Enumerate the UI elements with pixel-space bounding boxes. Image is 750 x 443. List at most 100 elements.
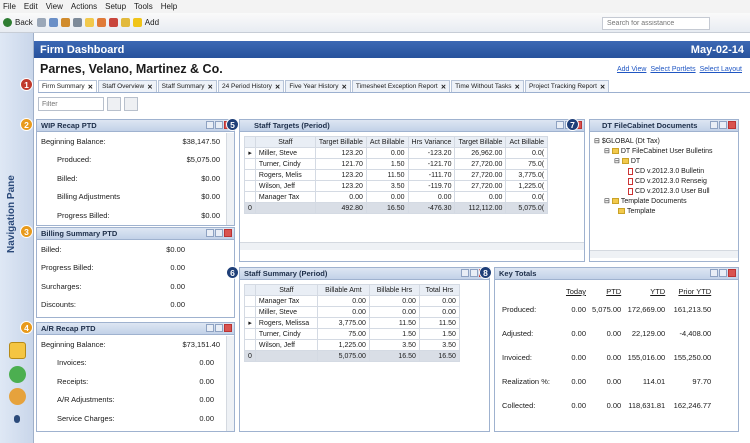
refresh-icon[interactable]	[48, 18, 58, 27]
menu-actions[interactable]: Actions	[71, 2, 97, 11]
tree-node[interactable]: CD v.2012.3.0 Bulletin	[594, 166, 713, 176]
column-header[interactable]: Act Billable	[505, 136, 549, 148]
minimize-icon[interactable]	[710, 121, 718, 129]
maximize-icon[interactable]	[215, 324, 223, 332]
table-row[interactable]: Miller, Steve 0.00 0.00 0.00	[244, 306, 460, 318]
tab-firm-summary[interactable]: Firm Summary ✕	[38, 80, 98, 92]
calendar-icon[interactable]	[108, 18, 118, 27]
tree-node[interactable]: CD v.2012.3.0 User Bull	[594, 186, 713, 196]
table-row[interactable]: Turner, Cindy 75.00 1.50 1.50	[244, 328, 460, 340]
select-portlets-link[interactable]: Select Portlets	[650, 66, 695, 73]
close-icon[interactable]	[224, 229, 232, 237]
menu-tools[interactable]: Tools	[134, 2, 153, 11]
filter-input[interactable]	[38, 97, 104, 111]
table-row[interactable]: Wilson, Jeff 123.20 3.50 -119.70 27,720.00 1,…	[244, 180, 549, 192]
table-row[interactable]: Turner, Cindy 121.70 1.50 -121.70 27,720.00 7…	[244, 158, 549, 170]
tree-node[interactable]: ⊟ DT	[594, 156, 713, 166]
minimize-icon[interactable]	[710, 269, 718, 277]
collapse-icon[interactable]: ⊟	[604, 147, 610, 155]
tree-node[interactable]: ⊟ DT FileCabinet User Bulletins	[594, 146, 713, 156]
filter-dropdown-button[interactable]	[107, 97, 121, 111]
table-row[interactable]: Wilson, Jeff 1,225.00 3.50 3.50	[244, 339, 460, 351]
column-header[interactable]: Billable Amt	[316, 284, 370, 296]
menu-setup[interactable]: Setup	[105, 2, 126, 11]
tree-node[interactable]: ⊟ $GLOBAL (Dt Tax)	[594, 136, 713, 146]
collapse-icon[interactable]: ⊟	[604, 197, 610, 205]
add-button[interactable]: Add	[132, 18, 159, 27]
collapse-icon[interactable]: ⊟	[614, 157, 620, 165]
timer-icon[interactable]	[120, 18, 130, 27]
maximize-icon[interactable]	[215, 229, 223, 237]
close-icon[interactable]: ✕	[441, 83, 446, 91]
tab-staff-overview[interactable]: Staff Overview ✕	[98, 80, 157, 92]
expand-nav-icon[interactable]	[14, 415, 20, 423]
table-row[interactable]: ▸ Miller, Steve 123.20 0.00 -123.20 26,962.00…	[244, 147, 549, 159]
mail-icon[interactable]	[96, 18, 106, 27]
minimize-icon[interactable]	[206, 121, 214, 129]
column-header[interactable]: Billable Hrs	[368, 284, 420, 296]
close-icon[interactable]: ✕	[275, 83, 280, 91]
close-icon[interactable]	[728, 269, 736, 277]
add-view-link[interactable]: Add View	[617, 66, 646, 73]
menu-edit[interactable]: Edit	[24, 2, 38, 11]
tree-node[interactable]: CD v.2012.3.0 Renseig	[594, 176, 713, 186]
tab-timesheet-exception[interactable]: Timesheet Exception Report ✕	[351, 80, 451, 92]
back-button[interactable]: Back	[3, 18, 33, 27]
maximize-icon[interactable]	[215, 121, 223, 129]
print-icon[interactable]	[72, 18, 82, 27]
tree-node[interactable]: ⊟ Template Documents	[594, 196, 713, 206]
vertical-scrollbar[interactable]	[226, 133, 234, 225]
maximize-icon[interactable]	[719, 269, 727, 277]
panel-title: Staff Targets (Period)	[240, 120, 584, 132]
forward-icon[interactable]	[36, 18, 46, 27]
tab-time-without-tasks[interactable]: Time Without Tasks ✕	[451, 80, 524, 92]
close-icon[interactable]: ✕	[147, 83, 152, 91]
minimize-icon[interactable]	[461, 269, 469, 277]
search-input[interactable]	[602, 17, 710, 30]
vertical-scrollbar[interactable]	[226, 336, 234, 431]
home-icon[interactable]	[60, 18, 70, 27]
close-icon[interactable]	[728, 121, 736, 129]
column-header[interactable]: Act Billable	[365, 136, 409, 148]
dashboard-icon[interactable]	[9, 342, 26, 359]
column-header[interactable]: Hrs Variance	[407, 136, 456, 148]
maximize-icon[interactable]	[470, 269, 478, 277]
column-header[interactable]: Total Hrs	[418, 284, 460, 296]
tab-project-tracking[interactable]: Project Tracking Report ✕	[524, 80, 610, 92]
close-icon[interactable]: ✕	[515, 83, 520, 91]
panel-title: Staff Summary (Period)	[240, 268, 489, 280]
minimize-icon[interactable]	[206, 324, 214, 332]
column-header[interactable]: Target Billable	[314, 136, 367, 148]
column-header[interactable]: Staff	[254, 284, 318, 296]
menu-file[interactable]: File	[3, 2, 16, 11]
table-row[interactable]: ▸ Rogers, Melissa 3,775.00 11.50 11.50	[244, 317, 460, 329]
tab-staff-summary[interactable]: Staff Summary ✕	[157, 80, 217, 92]
menu-view[interactable]: View	[46, 2, 63, 11]
tab-24-period-history[interactable]: 24 Period History ✕	[218, 80, 285, 92]
navigation-pane-label[interactable]: Navigation Pane	[6, 175, 17, 253]
menu-help[interactable]: Help	[161, 2, 177, 11]
close-icon[interactable]: ✕	[208, 83, 213, 91]
contact-icon[interactable]	[9, 366, 26, 383]
table-row[interactable]: Manager Tax 0.00 0.00 0.00 0.00 0.0(	[244, 191, 549, 203]
table-row[interactable]: Rogers, Melis 123.20 11.50 -111.70 27,720.00…	[244, 169, 549, 181]
column-header[interactable]: Target Billable	[454, 136, 507, 148]
close-icon[interactable]	[224, 324, 232, 332]
minimize-icon[interactable]	[206, 229, 214, 237]
close-icon[interactable]: ✕	[600, 83, 605, 91]
close-icon[interactable]: ✕	[341, 83, 346, 91]
horizontal-scrollbar[interactable]	[240, 242, 584, 250]
collapse-icon[interactable]: ⊟	[594, 137, 600, 145]
folder-icon[interactable]	[84, 18, 94, 27]
tab-five-year-history[interactable]: Five Year History ✕	[285, 80, 351, 92]
minimize-icon[interactable]	[556, 121, 564, 129]
column-header[interactable]: Staff	[254, 136, 316, 148]
tree-node[interactable]: Template	[594, 206, 713, 216]
maximize-icon[interactable]	[719, 121, 727, 129]
close-icon[interactable]: ✕	[88, 83, 93, 91]
horizontal-scrollbar[interactable]	[590, 250, 738, 258]
select-layout-link[interactable]: Select Layout	[700, 66, 742, 73]
staff-icon[interactable]	[9, 388, 26, 405]
filter-apply-button[interactable]	[124, 97, 138, 111]
table-row[interactable]: Manager Tax 0.00 0.00 0.00	[244, 295, 460, 307]
